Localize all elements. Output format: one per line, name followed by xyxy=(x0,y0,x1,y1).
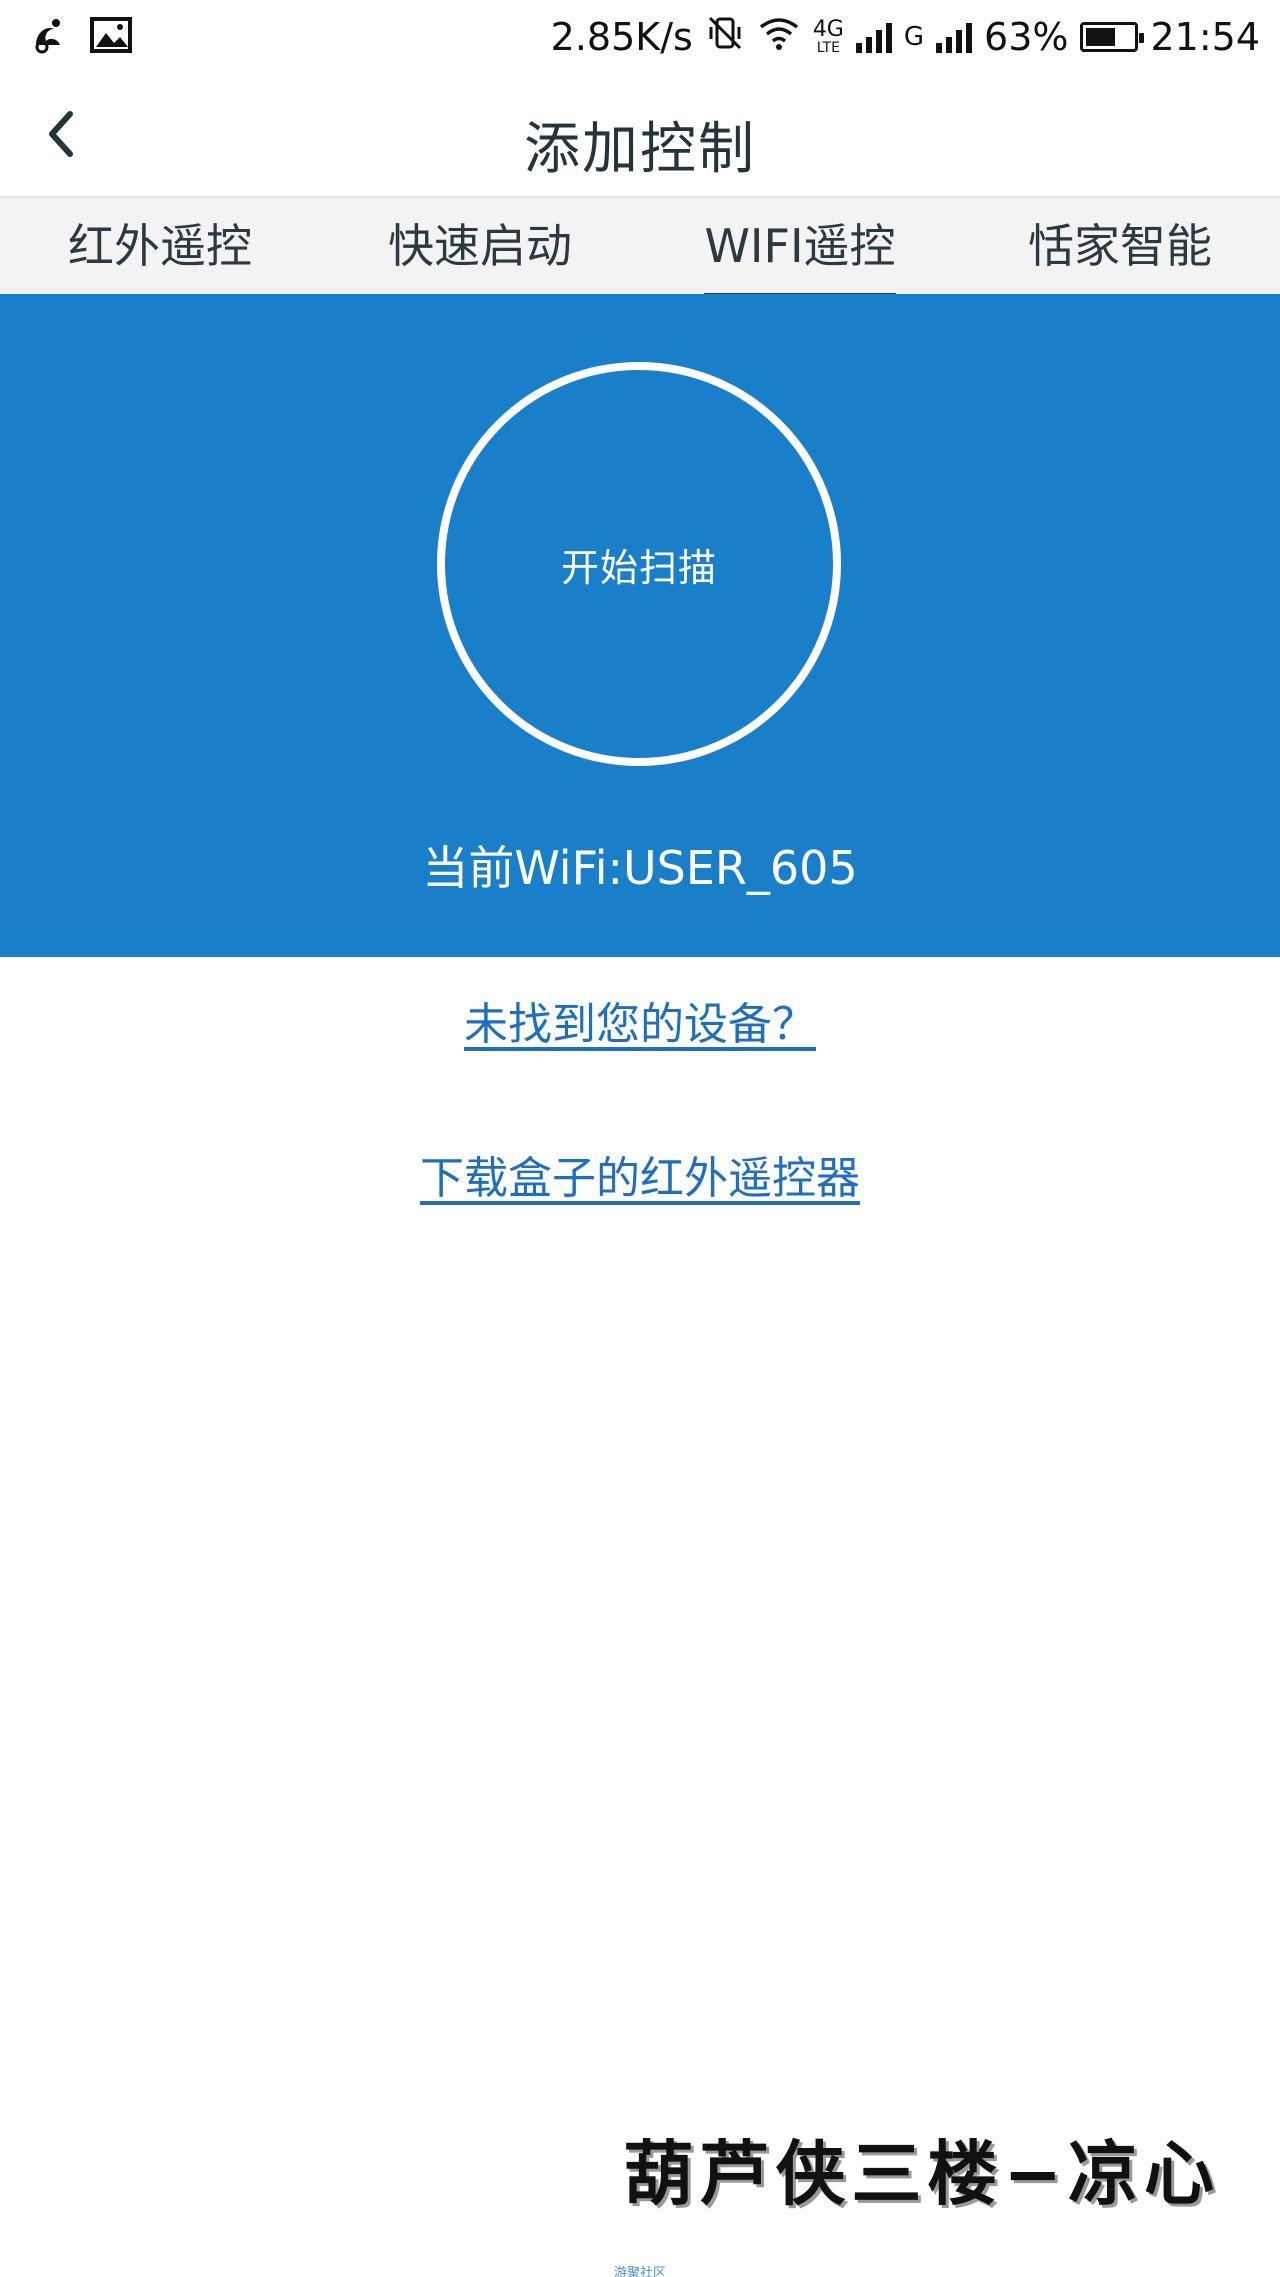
tab-wifi-remote[interactable]: WIFI遥控 xyxy=(640,198,960,299)
status-bar: 2.85K/s 4G LTE G 63% 21:54 xyxy=(0,0,1280,74)
vibrate-off-icon xyxy=(705,13,745,62)
tab-bar: 红外遥控 快速启动 WIFI遥控 恬家智能 xyxy=(0,198,1280,299)
title-bar: 添加控制 xyxy=(0,74,1280,198)
tab-label: 红外遥控 xyxy=(68,219,252,273)
uc-browser-icon xyxy=(28,15,68,59)
network-4g-label: 4G LTE xyxy=(812,17,844,56)
network-g-label: G xyxy=(903,22,925,52)
battery-icon xyxy=(1080,22,1145,52)
current-wifi-text: 当前WiFi:USER_605 xyxy=(422,841,858,895)
page-title: 添加控制 xyxy=(524,117,756,182)
start-scan-button[interactable]: 开始扫描 xyxy=(437,362,841,766)
tab-quick-launch[interactable]: 快速启动 xyxy=(320,198,640,294)
tab-label: 快速启动 xyxy=(388,219,572,273)
battery-fill xyxy=(1086,28,1116,46)
clock: 21:54 xyxy=(1150,15,1260,59)
image-icon xyxy=(90,17,132,57)
watermark-text: 葫芦侠三楼−凉心 xyxy=(623,2133,1220,2215)
start-scan-label: 开始扫描 xyxy=(560,545,717,590)
signal-strength-icon-2 xyxy=(936,21,973,53)
tab-infrared-remote[interactable]: 红外遥控 xyxy=(0,198,320,294)
tab-label: 恬家智能 xyxy=(1028,219,1212,273)
tab-label: WIFI遥控 xyxy=(704,210,896,299)
scan-panel: 开始扫描 当前WiFi:USER_605 xyxy=(0,294,1280,957)
device-not-found-link[interactable]: 未找到您的设备？ xyxy=(0,988,1280,1052)
net-speed: 2.85K/s xyxy=(550,15,693,59)
battery-percent: 63% xyxy=(984,15,1069,59)
tab-tianjia-smart[interactable]: 恬家智能 xyxy=(960,198,1280,294)
signal-strength-icon xyxy=(855,21,892,53)
status-right: 2.85K/s 4G LTE G 63% 21:54 xyxy=(551,10,1260,64)
wifi-icon xyxy=(757,15,801,60)
status-left-icons xyxy=(28,14,132,60)
screen: 2.85K/s 4G LTE G 63% 21:54 添加控制 红外遥控 快速启… xyxy=(0,0,1280,2277)
download-ir-remote-link[interactable]: 下载盒子的红外遥控器 xyxy=(0,1142,1280,1206)
footer-watermark: 游聚社区 xyxy=(613,2266,666,2277)
